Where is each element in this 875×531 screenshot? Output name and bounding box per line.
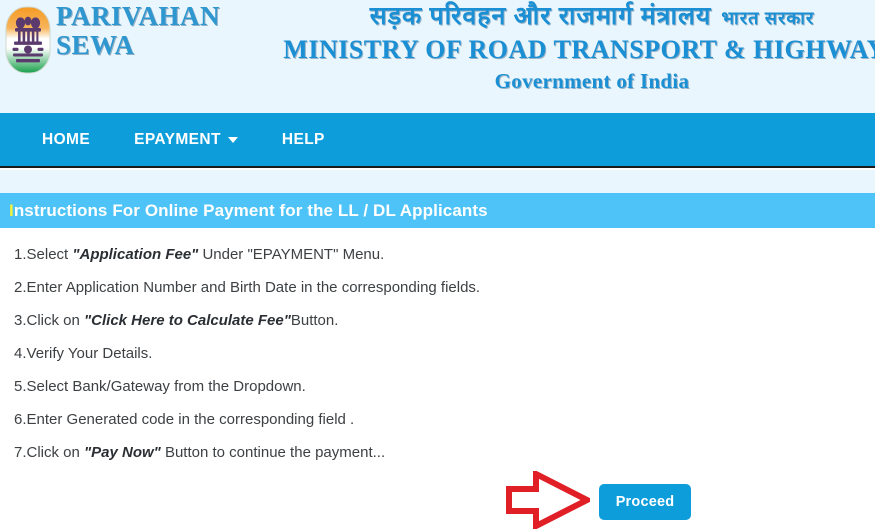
chevron-down-icon bbox=[227, 136, 238, 143]
page-title-rest: nstructions For Online Payment for the L… bbox=[13, 200, 488, 220]
ministry-hindi-row: सड़क परिवहन और राजमार्ग मंत्रालय भारत सरक… bbox=[272, 0, 875, 34]
nav-item-help[interactable]: HELP bbox=[282, 131, 325, 149]
list-item-text-pre: Click on bbox=[26, 444, 85, 461]
list-item-emphasis: "Pay Now" bbox=[84, 444, 161, 461]
nav-item-home[interactable]: HOME bbox=[42, 131, 112, 149]
nav-items-list: HOME EPAYMENT HELP bbox=[42, 113, 325, 166]
list-item-number: 6. bbox=[14, 411, 27, 428]
government-of-india-english: Government of India bbox=[494, 69, 690, 93]
ministry-name-hindi: सड़क परिवहन और राजमार्ग मंत्रालय bbox=[369, 3, 712, 30]
list-item-number: 2. bbox=[14, 279, 27, 296]
nav-item-home-label: HOME bbox=[42, 130, 91, 148]
list-item-text-post: Under "EPAYMENT" Menu. bbox=[198, 246, 385, 263]
government-of-india-hindi: भारत सरकार bbox=[721, 8, 815, 28]
brand-line-1: PARIVAHAN bbox=[56, 1, 221, 31]
list-item-emphasis: "Click Here to Calculate Fee" bbox=[84, 312, 291, 329]
india-emblem-icon bbox=[5, 6, 51, 74]
nav-item-help-label: HELP bbox=[281, 130, 325, 148]
parivahan-payment-instructions-page: PARIVAHAN SEWA सड़क परिवहन और राजमार्ग म… bbox=[0, 0, 875, 531]
list-item-number: 7. bbox=[14, 444, 27, 461]
list-item: 5.Select Bank/Gateway from the Dropdown. bbox=[14, 378, 814, 396]
list-item-number: 5. bbox=[14, 378, 27, 395]
brand-line-2: SEWA bbox=[56, 30, 135, 60]
nav-item-epayment-label: EPAYMENT bbox=[134, 130, 221, 148]
list-item-text-pre: Select Bank/Gateway from the Dropdown. bbox=[26, 378, 306, 395]
nav-item-epayment[interactable]: EPAYMENT bbox=[134, 131, 260, 149]
list-item: 7.Click on "Pay Now" Button to continue … bbox=[14, 444, 814, 462]
main-navigation-bar: HOME EPAYMENT HELP bbox=[0, 113, 875, 168]
list-item: 6.Enter Generated code in the correspond… bbox=[14, 411, 814, 429]
list-item-emphasis: "Application Fee" bbox=[72, 246, 199, 263]
list-item-text-pre: Select bbox=[26, 246, 73, 263]
list-item-number: 3. bbox=[14, 312, 27, 329]
instructions-content: 1.Select "Application Fee" Under "EPAYME… bbox=[0, 228, 875, 531]
list-item-number: 1. bbox=[14, 246, 27, 263]
right-arrow-annotation-icon bbox=[506, 469, 594, 531]
list-item-number: 4. bbox=[14, 345, 27, 362]
list-item-text-post: Button. bbox=[290, 312, 339, 329]
list-item-text-post: Button to continue the payment... bbox=[160, 444, 386, 461]
list-item: 4.Verify Your Details. bbox=[14, 345, 814, 363]
proceed-button[interactable]: Proceed bbox=[599, 484, 691, 520]
list-item-text-pre: Verify Your Details. bbox=[26, 345, 153, 362]
instructions-list: 1.Select "Application Fee" Under "EPAYME… bbox=[14, 246, 814, 477]
site-header: PARIVAHAN SEWA सड़क परिवहन और राजमार्ग म… bbox=[0, 0, 875, 113]
header-content-divider bbox=[0, 170, 875, 193]
ministry-name-english: MINISTRY OF ROAD TRANSPORT & HIGHWAYS bbox=[283, 35, 875, 64]
list-item-text-pre: Enter Generated code in the correspondin… bbox=[26, 411, 355, 428]
instructions-title-bar: Instructions For Online Payment for the … bbox=[0, 193, 875, 228]
brand-title: PARIVAHAN SEWA bbox=[56, 2, 220, 60]
ministry-titles: सड़क परिवहन और राजमार्ग मंत्रालय भारत सरक… bbox=[272, 0, 875, 96]
page-title: Instructions For Online Payment for the … bbox=[0, 201, 488, 221]
list-item: 3.Click on "Click Here to Calculate Fee"… bbox=[14, 312, 814, 330]
list-item: 2.Enter Application Number and Birth Dat… bbox=[14, 279, 814, 297]
list-item-text-pre: Click on bbox=[26, 312, 85, 329]
list-item-text-pre: Enter Application Number and Birth Date … bbox=[26, 279, 481, 296]
list-item: 1.Select "Application Fee" Under "EPAYME… bbox=[14, 246, 814, 264]
